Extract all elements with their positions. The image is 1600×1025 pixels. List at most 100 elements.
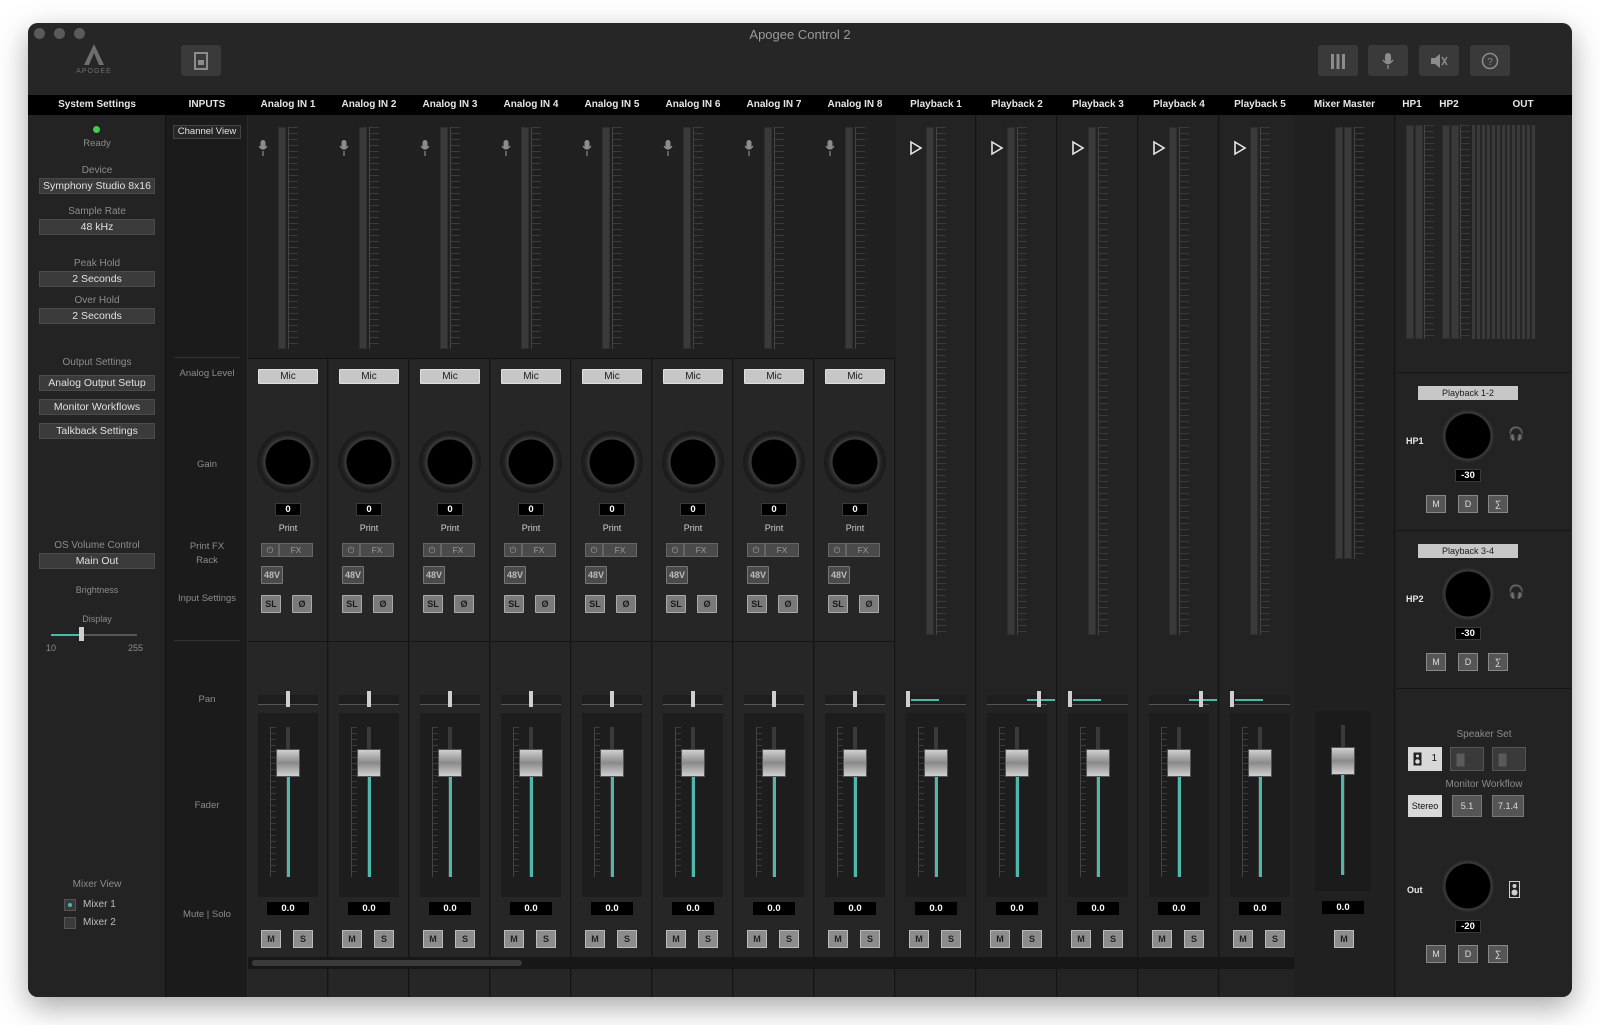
solo-button[interactable]: S: [1022, 930, 1042, 948]
master-fader-cap[interactable]: [1331, 747, 1355, 775]
master-mute-button[interactable]: M: [1334, 930, 1354, 948]
pan-handle[interactable]: [1037, 691, 1041, 707]
fader-cap[interactable]: [1005, 749, 1029, 777]
hp1-source-select[interactable]: Playback 1-2: [1418, 386, 1518, 400]
gain-knob[interactable]: [419, 431, 481, 493]
pan-slider[interactable]: [501, 691, 561, 707]
horizontal-scrollbar[interactable]: [248, 957, 1294, 969]
fader-cap[interactable]: [1167, 749, 1191, 777]
fader[interactable]: [1068, 713, 1128, 897]
solo-button[interactable]: S: [1103, 930, 1123, 948]
pan-slider[interactable]: [1230, 691, 1290, 707]
mute-button[interactable]: M: [1071, 930, 1091, 948]
analog-level-select[interactable]: Mic: [582, 369, 642, 384]
peak-hold-select[interactable]: 2 Seconds: [39, 271, 155, 287]
solo-button[interactable]: S: [617, 930, 637, 948]
hp1-volume-knob[interactable]: [1441, 409, 1495, 463]
fx-button[interactable]: FX: [522, 543, 556, 557]
phase-invert-button[interactable]: Ø: [778, 595, 798, 613]
fader-cap[interactable]: [1248, 749, 1272, 777]
brightness-slider[interactable]: [51, 627, 137, 641]
phantom-power-button[interactable]: 48V: [828, 566, 850, 584]
mute-button[interactable]: M: [909, 930, 929, 948]
gain-knob[interactable]: [581, 431, 643, 493]
fader[interactable]: [906, 713, 966, 897]
fx-button[interactable]: FX: [603, 543, 637, 557]
soft-limit-button[interactable]: SL: [504, 595, 524, 613]
fader[interactable]: [744, 713, 804, 897]
fader-cap[interactable]: [519, 749, 543, 777]
over-hold-select[interactable]: 2 Seconds: [39, 308, 155, 324]
solo-button[interactable]: S: [941, 930, 961, 948]
gain-knob[interactable]: [824, 431, 886, 493]
surround-5-1-button[interactable]: 5.1: [1452, 795, 1482, 817]
phase-invert-button[interactable]: Ø: [859, 595, 879, 613]
pan-handle[interactable]: [529, 691, 533, 707]
surround-7-1-4-button[interactable]: 7.1.4: [1492, 795, 1524, 817]
soft-limit-button[interactable]: SL: [666, 595, 686, 613]
soft-limit-button[interactable]: SL: [261, 595, 281, 613]
pan-slider[interactable]: [582, 691, 642, 707]
pan-slider[interactable]: [987, 691, 1055, 707]
pan-slider[interactable]: [1149, 691, 1217, 707]
solo-button[interactable]: S: [698, 930, 718, 948]
hp1-mute-button[interactable]: M: [1426, 495, 1446, 513]
fader-cap[interactable]: [276, 749, 300, 777]
fader-cap[interactable]: [600, 749, 624, 777]
talkback-button[interactable]: [1368, 45, 1408, 76]
mixer1-radio[interactable]: [64, 899, 76, 911]
pan-slider[interactable]: [744, 691, 804, 707]
pan-handle[interactable]: [772, 691, 776, 707]
gain-knob[interactable]: [662, 431, 724, 493]
fx-button[interactable]: FX: [441, 543, 475, 557]
fx-power-button[interactable]: ⏻: [585, 543, 603, 557]
fx-power-button[interactable]: ⏻: [342, 543, 360, 557]
pan-handle[interactable]: [448, 691, 452, 707]
talkback-settings-button[interactable]: Talkback Settings: [39, 423, 155, 439]
mute-button[interactable]: M: [828, 930, 848, 948]
pan-slider[interactable]: [906, 691, 966, 707]
hp2-mute-button[interactable]: M: [1426, 653, 1446, 671]
channel-view-button[interactable]: Channel View: [173, 125, 241, 139]
solo-button[interactable]: S: [374, 930, 394, 948]
os-volume-select[interactable]: Main Out: [39, 553, 155, 569]
fx-button[interactable]: FX: [765, 543, 799, 557]
out-mute-button[interactable]: M: [1426, 945, 1446, 963]
solo-button[interactable]: S: [455, 930, 475, 948]
analog-level-select[interactable]: Mic: [663, 369, 723, 384]
soft-limit-button[interactable]: SL: [585, 595, 605, 613]
mute-button[interactable]: M: [1152, 930, 1172, 948]
fx-power-button[interactable]: ⏻: [504, 543, 522, 557]
fader-cap[interactable]: [843, 749, 867, 777]
pan-handle[interactable]: [1199, 691, 1203, 707]
mute-button[interactable]: M: [342, 930, 362, 948]
fader[interactable]: [987, 713, 1047, 897]
fader[interactable]: [663, 713, 723, 897]
fader[interactable]: [1230, 713, 1290, 897]
mixer2-radio[interactable]: [64, 917, 76, 929]
hp2-source-select[interactable]: Playback 3-4: [1418, 544, 1518, 558]
fader-cap[interactable]: [762, 749, 786, 777]
mute-button[interactable]: M: [423, 930, 443, 948]
fx-power-button[interactable]: ⏻: [828, 543, 846, 557]
out-dim-button[interactable]: D: [1458, 945, 1478, 963]
phantom-power-button[interactable]: 48V: [747, 566, 769, 584]
pan-slider[interactable]: [258, 691, 318, 707]
fx-button[interactable]: FX: [846, 543, 880, 557]
analog-level-select[interactable]: Mic: [501, 369, 561, 384]
mute-button[interactable]: M: [585, 930, 605, 948]
hp2-sum-button[interactable]: ∑: [1488, 653, 1508, 671]
solo-button[interactable]: S: [1265, 930, 1285, 948]
phantom-power-button[interactable]: 48V: [423, 566, 445, 584]
fader[interactable]: [258, 713, 318, 897]
pan-handle[interactable]: [367, 691, 371, 707]
fx-power-button[interactable]: ⏻: [666, 543, 684, 557]
fader-cap[interactable]: [438, 749, 462, 777]
fader[interactable]: [1149, 713, 1209, 897]
pan-handle[interactable]: [286, 691, 290, 707]
fx-power-button[interactable]: ⏻: [423, 543, 441, 557]
fx-power-button[interactable]: ⏻: [747, 543, 765, 557]
analog-level-select[interactable]: Mic: [420, 369, 480, 384]
fx-button[interactable]: FX: [279, 543, 313, 557]
phantom-power-button[interactable]: 48V: [342, 566, 364, 584]
